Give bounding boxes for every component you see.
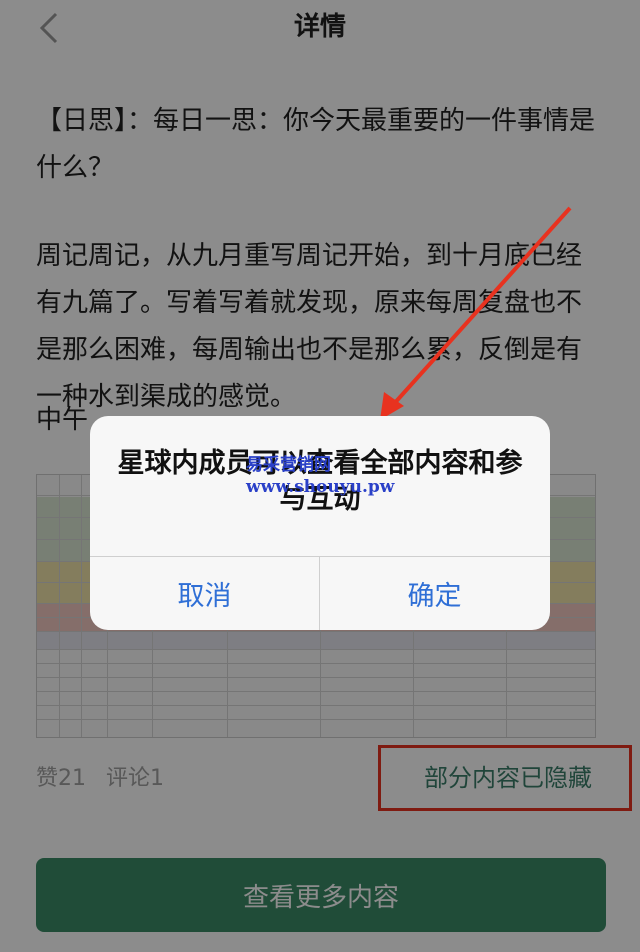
member-alert-dialog: 星球内成员可以查看全部内容和参与互动 取消 确定 [90, 416, 550, 630]
watermark-title: 易采营销网 [246, 455, 331, 475]
detail-page: 详情 【日思】：每日一思：你今天最重要的一件事情是什么？ 周记周记，从九月重写周… [0, 0, 640, 952]
watermark: 易采营销网 www.shouyu.pw [246, 454, 394, 498]
watermark-url: www.shouyu.pw [246, 477, 395, 497]
cancel-button[interactable]: 取消 [90, 557, 319, 630]
confirm-button[interactable]: 确定 [320, 557, 549, 630]
